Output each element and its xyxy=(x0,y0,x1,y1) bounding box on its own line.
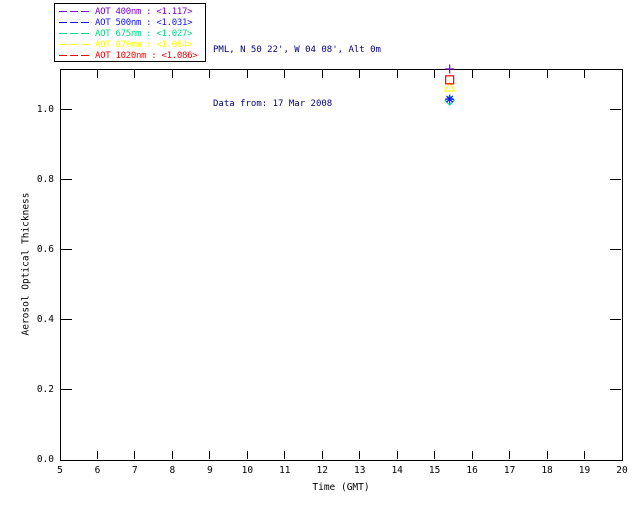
legend-entry-label: AOT 500nm : <1.031> xyxy=(95,17,193,28)
x-tick-bottom xyxy=(359,451,361,459)
legend-box: AOT 400nm : <1.117> AOT 500nm : <1.031> AO… xyxy=(54,3,206,62)
y-tick-label: 0.2 xyxy=(36,383,54,395)
x-tick-bottom xyxy=(396,451,398,459)
x-tick-bottom xyxy=(59,451,61,459)
y-tick-left xyxy=(61,109,72,111)
x-tick-label: 19 xyxy=(578,465,591,476)
legend-entry-label: AOT 400nm : <1.117> xyxy=(95,6,193,17)
x-tick-bottom xyxy=(284,451,286,459)
legend-dash-line-icon xyxy=(59,33,95,34)
legend-entry: AOT 870nm : <1.064> xyxy=(59,39,205,50)
x-tick-bottom xyxy=(171,451,173,459)
y-tick-right xyxy=(610,319,621,321)
x-tick-label: 14 xyxy=(391,465,403,476)
y-tick-left xyxy=(61,179,72,181)
x-tick-top xyxy=(134,70,136,78)
x-tick-label: 5 xyxy=(57,465,63,476)
y-tick-left xyxy=(61,389,72,391)
y-tick-right xyxy=(610,249,621,251)
x-tick-label: 17 xyxy=(503,465,516,476)
x-tick-top xyxy=(396,70,398,78)
aot-plot-window: AOT 400nm : <1.117> AOT 500nm : <1.031> AO… xyxy=(0,0,640,512)
legend-entry: AOT 1020nm : <1.086> xyxy=(59,50,205,61)
legend-entry-label: AOT 870nm : <1.064> xyxy=(95,39,193,50)
x-tick-bottom xyxy=(621,451,623,459)
y-tick-left xyxy=(61,319,72,321)
x-tick-top xyxy=(171,70,173,78)
x-tick-bottom xyxy=(134,451,136,459)
x-tick-bottom xyxy=(96,451,98,459)
x-tick-label: 18 xyxy=(541,465,553,476)
x-axis-title: Time (GMT) xyxy=(312,482,370,493)
x-tick-bottom xyxy=(584,451,586,459)
x-tick-top xyxy=(359,70,361,78)
x-tick-bottom xyxy=(209,451,211,459)
legend-entry-label: AOT 675nm : <1.027> xyxy=(95,28,193,39)
x-tick-top xyxy=(509,70,511,78)
x-tick-top xyxy=(621,70,623,78)
x-tick-label: 11 xyxy=(279,465,291,476)
x-tick-top xyxy=(584,70,586,78)
y-tick-left xyxy=(61,459,72,461)
y-tick-right xyxy=(610,109,621,111)
x-tick-top xyxy=(321,70,323,78)
x-tick-label: 13 xyxy=(353,465,366,476)
x-tick-top xyxy=(246,70,248,78)
legend-entry: AOT 500nm : <1.031> xyxy=(59,17,205,28)
legend-dash-line-icon xyxy=(59,44,95,45)
legend-dash-line-icon xyxy=(59,55,95,56)
x-tick-bottom xyxy=(434,451,436,459)
x-tick-top xyxy=(209,70,211,78)
x-tick-label: 7 xyxy=(132,465,138,476)
x-tick-bottom xyxy=(321,451,323,459)
y-tick-label: 0.0 xyxy=(36,454,54,465)
x-tick-bottom xyxy=(471,451,473,459)
x-tick-bottom xyxy=(546,451,548,459)
x-tick-top xyxy=(284,70,286,78)
x-tick-label: 15 xyxy=(428,465,441,476)
x-tick-label: 6 xyxy=(94,465,101,476)
x-tick-label: 16 xyxy=(466,465,478,476)
legend-entry: AOT 400nm : <1.117> xyxy=(59,6,205,17)
x-tick-top xyxy=(434,70,436,78)
y-tick-right xyxy=(610,459,621,461)
y-axis-title: Aerosol Optical Thickness xyxy=(20,192,32,336)
x-tick-top xyxy=(59,70,61,78)
y-tick-right xyxy=(610,179,621,181)
legend-entry: AOT 675nm : <1.027> xyxy=(59,28,205,39)
y-tick-right xyxy=(610,389,621,391)
y-tick-label: 0.8 xyxy=(36,173,54,185)
x-tick-top xyxy=(471,70,473,78)
plot-area xyxy=(60,69,623,461)
legend-entry-label: AOT 1020nm : <1.086> xyxy=(95,50,198,61)
x-tick-bottom xyxy=(509,451,511,459)
x-tick-label: 12 xyxy=(316,465,328,476)
y-tick-label: 1.0 xyxy=(36,103,54,115)
x-tick-top xyxy=(96,70,98,78)
x-tick-label: 8 xyxy=(169,465,176,476)
x-tick-bottom xyxy=(246,451,248,459)
x-tick-label: 10 xyxy=(241,465,254,476)
site-location-text: PML, N 50 22', W 04 08', Alt 0m xyxy=(213,45,381,55)
x-tick-top xyxy=(546,70,548,78)
x-tick-label: 9 xyxy=(206,465,213,476)
x-tick-label: 20 xyxy=(616,465,628,476)
y-tick-left xyxy=(61,249,72,251)
legend-dash-line-icon xyxy=(59,22,95,23)
legend-dash-line-icon xyxy=(59,11,95,12)
